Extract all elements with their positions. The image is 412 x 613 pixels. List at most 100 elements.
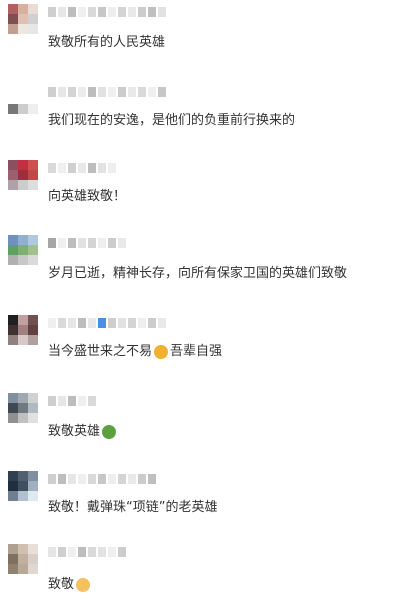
avatar-pixel	[8, 245, 18, 255]
comment-text-content: 我们现在的安逸，是他们的负重前行换来的	[48, 113, 296, 128]
comment-text-content: 致敬！戴弹珠“项链”的老英雄	[48, 500, 218, 515]
avatar[interactable]	[8, 393, 38, 423]
username-pixel	[98, 474, 106, 484]
username-pixel	[88, 474, 96, 484]
avatar[interactable]	[8, 235, 38, 265]
username-pixel	[138, 318, 146, 328]
avatar-pixel	[8, 255, 18, 265]
avatar[interactable]	[8, 544, 38, 574]
avatar-pixel	[18, 14, 28, 24]
username-pixel	[88, 87, 96, 97]
avatar-pixel	[18, 24, 28, 34]
username-pixel	[48, 7, 56, 17]
avatar-pixel	[28, 84, 38, 94]
avatar-pixel	[8, 413, 18, 423]
avatar[interactable]	[8, 471, 38, 501]
username-pixel	[58, 318, 66, 328]
avatar-pixel	[8, 544, 18, 554]
username-blurred[interactable]	[48, 547, 126, 559]
avatar-pixel	[8, 403, 18, 413]
username-blurred[interactable]	[48, 163, 116, 175]
username-pixel	[68, 7, 76, 17]
username-pixel	[138, 474, 146, 484]
username-pixel	[98, 163, 106, 173]
comment-text-content: 致敬	[48, 577, 75, 592]
username-pixel	[78, 318, 86, 328]
avatar-pixel	[8, 84, 18, 94]
avatar-pixel	[8, 104, 18, 114]
avatar-pixel	[8, 180, 18, 190]
avatar-pixel	[18, 491, 28, 501]
username-blurred[interactable]	[48, 7, 166, 19]
username-pixel	[68, 163, 76, 173]
avatar-pixel	[8, 160, 18, 170]
username-pixel	[108, 238, 116, 248]
avatar-pixel	[18, 180, 28, 190]
avatar-pixel	[28, 104, 38, 114]
username-blurred[interactable]	[48, 87, 166, 99]
username-pixel	[118, 547, 126, 557]
username-pixel	[128, 7, 136, 17]
username-pixel	[118, 238, 126, 248]
username-blurred[interactable]	[48, 318, 166, 330]
username-pixel	[68, 396, 76, 406]
avatar[interactable]	[8, 4, 38, 34]
avatar-pixel	[18, 84, 28, 94]
username-blurred[interactable]	[48, 238, 126, 250]
username-pixel	[108, 547, 116, 557]
comment-text: 致敬所有的人民英雄	[48, 34, 165, 52]
username-blurred[interactable]	[48, 474, 156, 486]
username-pixel	[78, 7, 86, 17]
username-pixel	[58, 87, 66, 97]
avatar-pixel	[18, 403, 28, 413]
username-pixel	[158, 87, 166, 97]
username-pixel	[118, 7, 126, 17]
avatar[interactable]	[8, 160, 38, 190]
smile-emoji-icon	[76, 578, 91, 592]
comment-text-content: 致敬英雄	[48, 424, 101, 439]
comment-text: 我们现在的安逸，是他们的负重前行换来的	[48, 112, 295, 130]
username-pixel	[48, 87, 56, 97]
username-pixel	[58, 7, 66, 17]
avatar-pixel	[28, 554, 38, 564]
avatar-pixel	[28, 491, 38, 501]
username-pixel	[108, 7, 116, 17]
avatar-pixel	[18, 335, 28, 345]
username-pixel	[48, 318, 56, 328]
avatar-pixel	[8, 554, 18, 564]
username-pixel	[108, 163, 116, 173]
avatar-pixel	[18, 94, 28, 104]
avatar-pixel	[18, 255, 28, 265]
username-pixel	[98, 87, 106, 97]
avatar-pixel	[28, 564, 38, 574]
avatar-pixel	[18, 393, 28, 403]
username-pixel	[158, 7, 166, 17]
username-pixel	[128, 87, 136, 97]
avatar[interactable]	[8, 315, 38, 345]
username-pixel	[68, 318, 76, 328]
username-pixel	[98, 318, 106, 328]
username-pixel	[78, 396, 86, 406]
username-pixel	[68, 547, 76, 557]
username-pixel	[128, 318, 136, 328]
avatar-pixel	[28, 393, 38, 403]
username-pixel	[118, 87, 126, 97]
username-blurred[interactable]	[48, 396, 96, 408]
avatar-pixel	[18, 160, 28, 170]
avatar[interactable]	[8, 84, 38, 114]
username-pixel	[108, 318, 116, 328]
avatar-pixel	[18, 481, 28, 491]
avatar-pixel	[8, 315, 18, 325]
avatar-pixel	[18, 315, 28, 325]
avatar-pixel	[28, 325, 38, 335]
avatar-pixel	[8, 491, 18, 501]
username-pixel	[98, 547, 106, 557]
avatar-pixel	[18, 564, 28, 574]
username-pixel	[88, 163, 96, 173]
avatar-pixel	[28, 544, 38, 554]
avatar-pixel	[8, 235, 18, 245]
avatar-pixel	[18, 245, 28, 255]
username-pixel	[58, 238, 66, 248]
username-pixel	[48, 474, 56, 484]
avatar-pixel	[18, 325, 28, 335]
